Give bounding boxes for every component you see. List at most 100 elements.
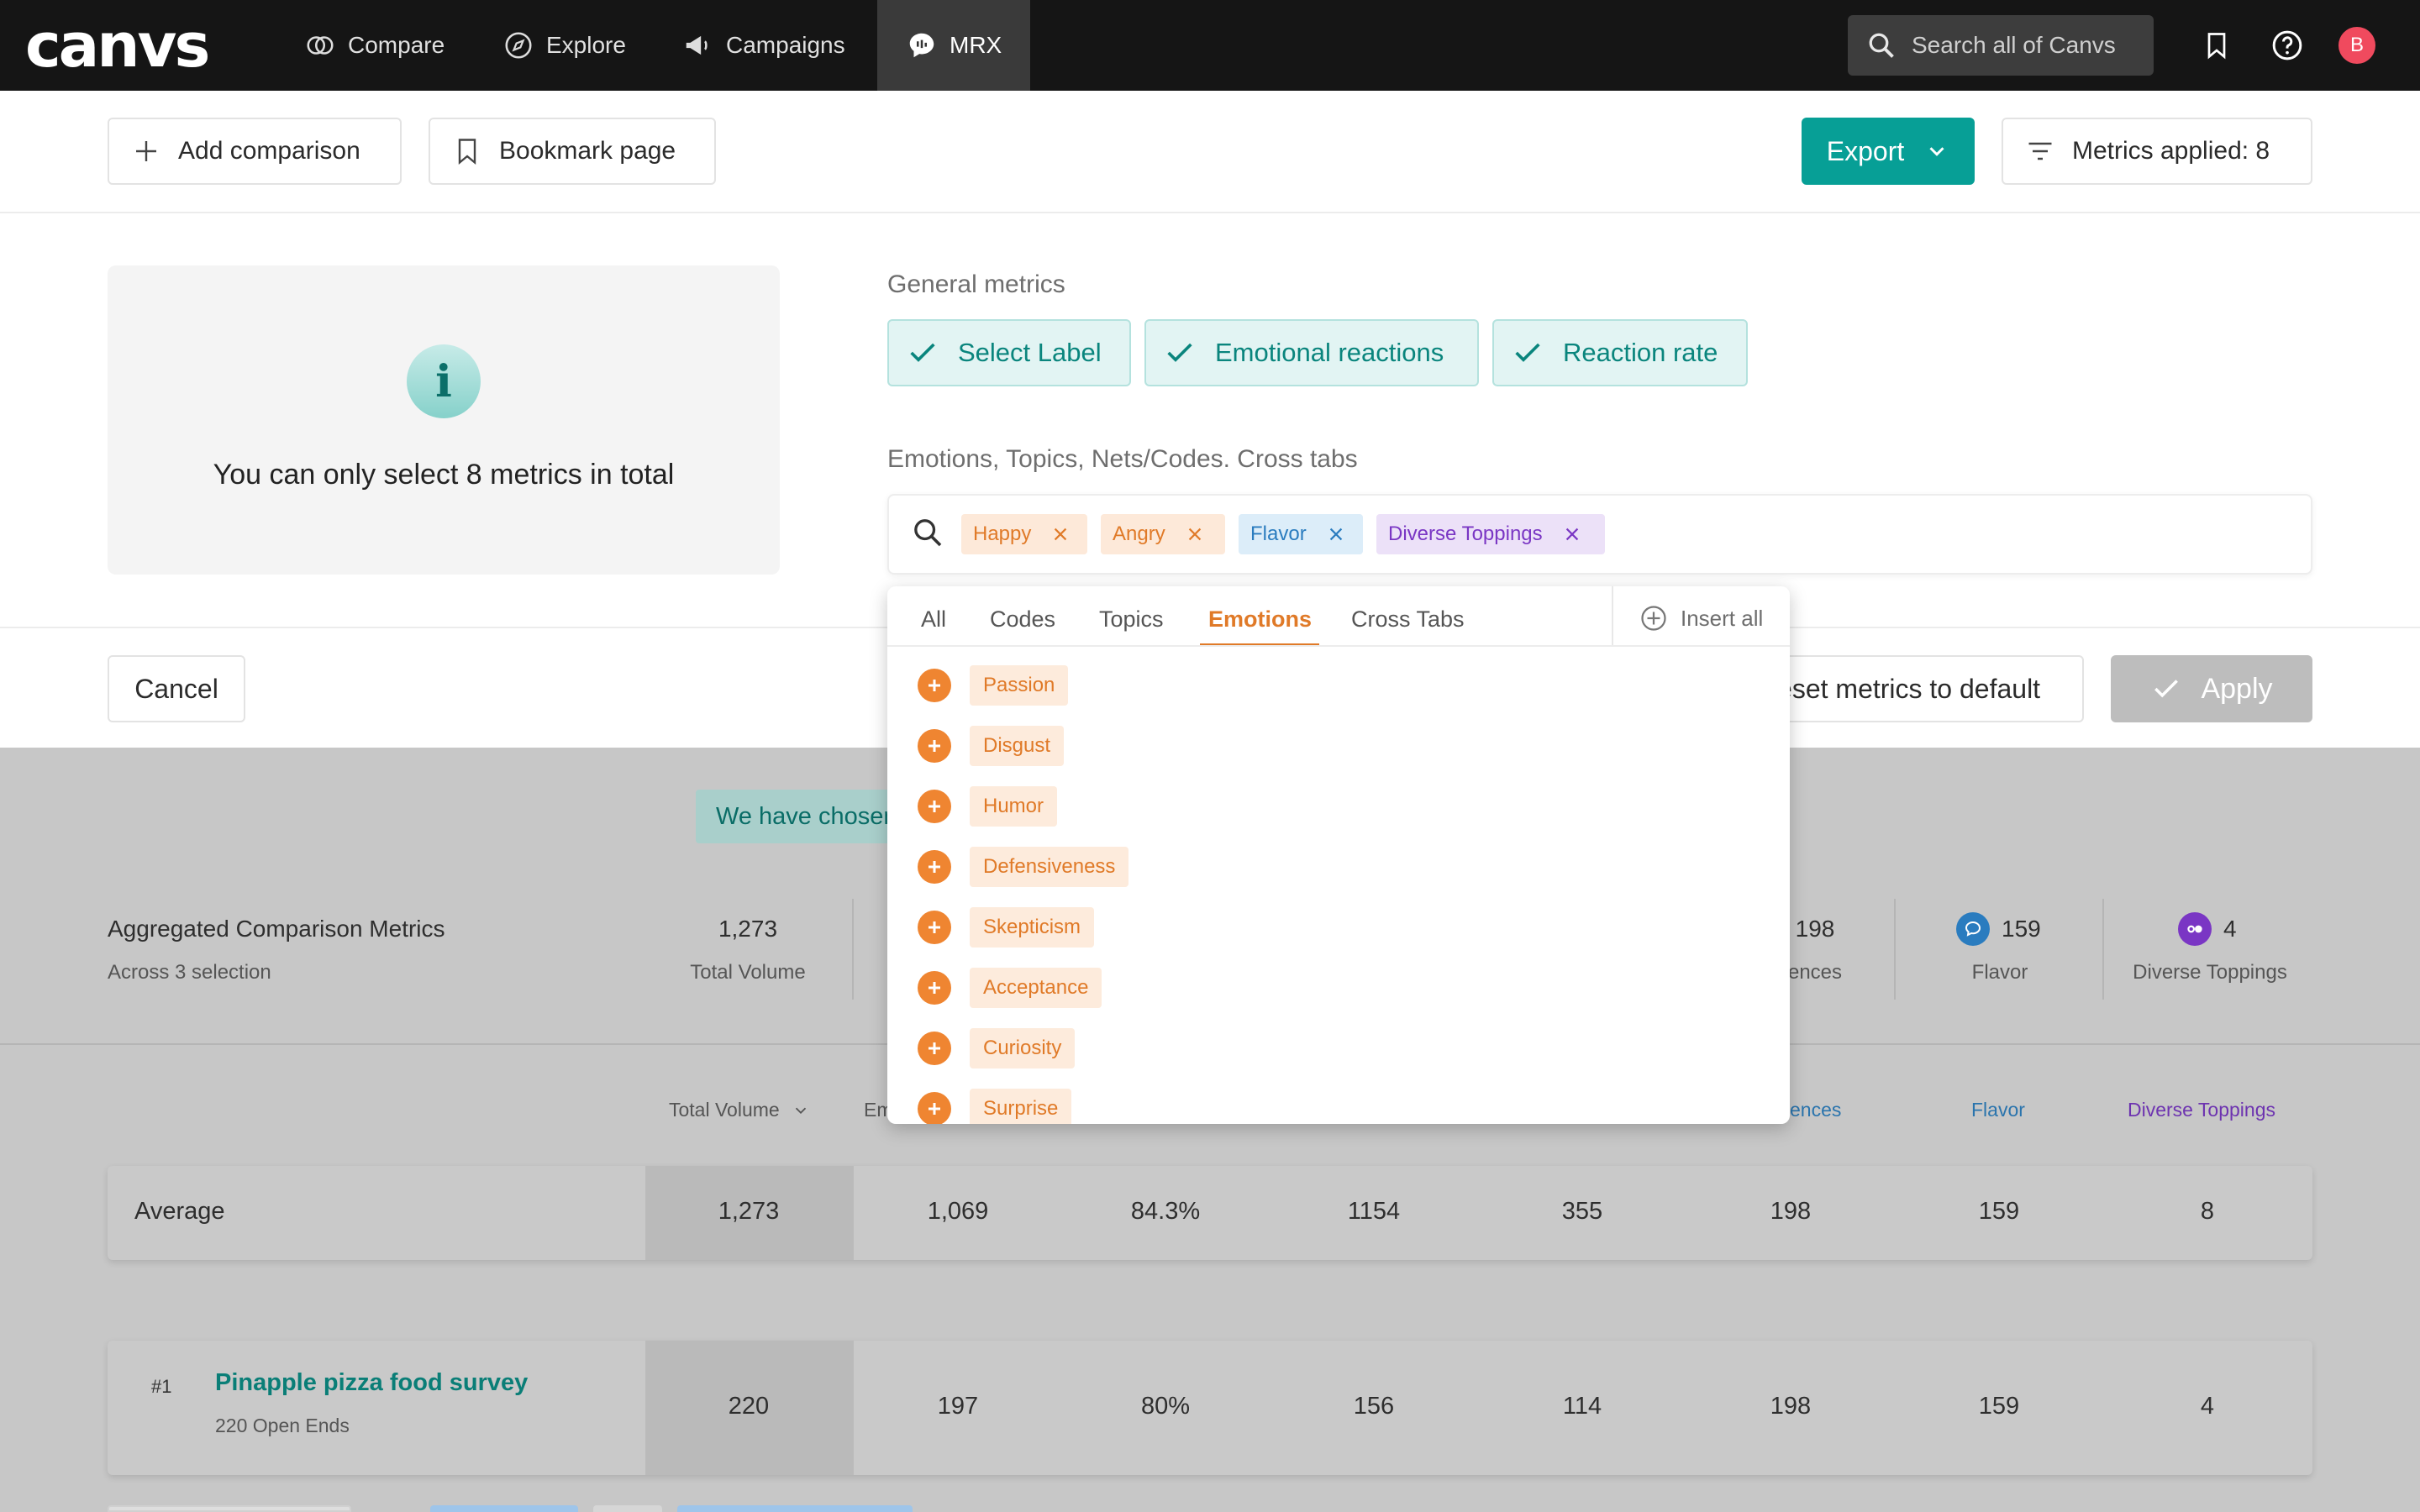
nav-mrx[interactable]: MRX	[877, 0, 1031, 91]
add-icon[interactable]	[918, 1092, 951, 1124]
emotion-option[interactable]: Skepticism	[918, 907, 1095, 948]
emotion-chip: Curiosity	[970, 1028, 1076, 1068]
nav-campaigns[interactable]: Campaigns	[682, 0, 845, 91]
tab-cross-tabs[interactable]: Cross Tabs	[1351, 606, 1465, 633]
emotion-option[interactable]: Curiosity	[918, 1028, 1076, 1068]
filter-icon	[2028, 142, 2052, 160]
emotion-chip: Passion	[970, 665, 1069, 706]
partial-chip	[677, 1505, 913, 1512]
table-cell: 156	[1353, 1393, 1395, 1420]
cancel-button[interactable]: Cancel	[108, 655, 245, 722]
insert-all-button[interactable]: Insert all	[1639, 603, 1763, 633]
tab-codes[interactable]: Codes	[990, 606, 1055, 633]
help-icon[interactable]	[2267, 25, 2307, 66]
plus-icon	[136, 141, 156, 161]
bookmark-page-button[interactable]: Bookmark page	[429, 118, 716, 185]
global-search[interactable]: Search all of Canvs	[1848, 15, 2154, 76]
metric-chip-select-label[interactable]: Select Label	[887, 319, 1131, 386]
aggregate-total-volume-label: Total Volume	[690, 961, 806, 984]
emotion-option[interactable]: Acceptance	[918, 968, 1102, 1008]
chat-bubble-icon	[909, 33, 934, 58]
tab-topics[interactable]: Topics	[1099, 606, 1164, 633]
add-icon[interactable]	[918, 790, 951, 823]
table-cell: 1,069	[927, 1198, 989, 1225]
tabs-bottom-divider	[887, 645, 1790, 647]
tab-emotions[interactable]: Emotions	[1208, 606, 1312, 633]
toolbar-divider	[0, 212, 2420, 213]
table-cell: 8	[2200, 1198, 2215, 1225]
compass-icon	[505, 32, 532, 59]
add-icon[interactable]	[918, 850, 951, 884]
search-icon	[1869, 33, 1894, 58]
partial-chip	[430, 1505, 578, 1512]
column-header-total-volume[interactable]: Total Volume	[669, 1099, 810, 1121]
close-icon[interactable]	[1186, 525, 1204, 543]
emotion-chip: Surprise	[970, 1089, 1072, 1124]
compare-icon	[307, 36, 334, 55]
check-icon	[1167, 343, 1192, 362]
add-comparison-button[interactable]: Add comparison	[108, 118, 402, 185]
column-header-diverse-toppings[interactable]: Diverse Toppings	[2128, 1099, 2275, 1121]
table-cell: 80%	[1140, 1393, 1191, 1420]
survey-subtitle: 220 Open Ends	[215, 1415, 350, 1436]
survey-link[interactable]: Pinapple pizza food survey	[215, 1369, 528, 1397]
stat-divider	[1894, 899, 1896, 1000]
emotion-chip: Disgust	[970, 726, 1065, 766]
nav-compare[interactable]: Compare	[304, 0, 445, 91]
table-cell: 1154	[1347, 1198, 1401, 1225]
row-rank: #1	[151, 1376, 172, 1397]
emotion-option[interactable]: Defensiveness	[918, 847, 1129, 887]
partial-chip	[593, 1505, 662, 1512]
emotion-option[interactable]: Humor	[918, 786, 1058, 827]
check-icon	[1515, 343, 1540, 362]
table-cell: 198	[1770, 1198, 1812, 1225]
chevron-down-icon	[1929, 147, 1944, 156]
tag-angry: Angry	[1101, 514, 1225, 554]
emotion-option[interactable]: Disgust	[918, 726, 1065, 766]
aggregate-subtitle: Across 3 selection	[108, 961, 271, 984]
emotion-chip: Defensiveness	[970, 847, 1129, 887]
add-icon[interactable]	[918, 729, 951, 763]
tab-all[interactable]: All	[921, 606, 946, 633]
close-icon[interactable]	[1563, 525, 1581, 543]
emotion-chip: Humor	[970, 786, 1058, 827]
canvs-logo[interactable]: canvs	[25, 15, 210, 76]
column-header-sentences[interactable]: ences	[1790, 1099, 1841, 1121]
avatar[interactable]: B	[2338, 27, 2375, 64]
emotion-chip: Acceptance	[970, 968, 1102, 1008]
megaphone-icon	[686, 35, 708, 55]
tag-flavor: Flavor	[1239, 514, 1363, 554]
nav-explore[interactable]: Explore	[502, 0, 626, 91]
close-icon[interactable]	[1051, 525, 1070, 543]
tab-divider	[1612, 586, 1613, 647]
tag-diverse-toppings: Diverse Toppings	[1376, 514, 1605, 554]
emotion-chip: Skepticism	[970, 907, 1095, 948]
table-cell: 84.3%	[1130, 1198, 1201, 1225]
tag-happy: Happy	[961, 514, 1087, 554]
metric-chip-emotional-reactions[interactable]: Emotional reactions	[1144, 319, 1479, 386]
emotion-option[interactable]: Passion	[918, 665, 1069, 706]
table-cell: 1,273	[718, 1198, 780, 1225]
metric-chip-reaction-rate[interactable]: Reaction rate	[1492, 319, 1748, 386]
table-cell: 198	[1770, 1393, 1812, 1420]
add-icon[interactable]	[918, 971, 951, 1005]
average-label: Average	[134, 1198, 225, 1225]
partial-button	[108, 1505, 351, 1512]
export-button[interactable]: Export	[1802, 118, 1975, 185]
close-icon[interactable]	[1327, 525, 1345, 543]
column-header-flavor[interactable]: Flavor	[1971, 1099, 2025, 1121]
recommendation-banner: We have chosen	[696, 790, 914, 843]
emotion-option[interactable]: Surprise	[918, 1089, 1072, 1124]
add-icon[interactable]	[918, 1032, 951, 1065]
apply-button[interactable]: Apply	[2111, 655, 2312, 722]
bookmarks-icon[interactable]	[2196, 25, 2237, 66]
chevron-down-icon	[795, 1107, 806, 1114]
add-icon[interactable]	[918, 669, 951, 702]
metrics-applied-button[interactable]: Metrics applied: 8	[2002, 118, 2312, 185]
aggregate-flavor-label: Flavor	[1971, 961, 2028, 984]
aggregate-title: Aggregated Comparison Metrics	[108, 916, 445, 942]
table-cell: 197	[937, 1393, 979, 1420]
add-icon[interactable]	[918, 911, 951, 944]
flavor-topic-icon	[1956, 912, 1990, 946]
search-icon	[914, 519, 942, 547]
